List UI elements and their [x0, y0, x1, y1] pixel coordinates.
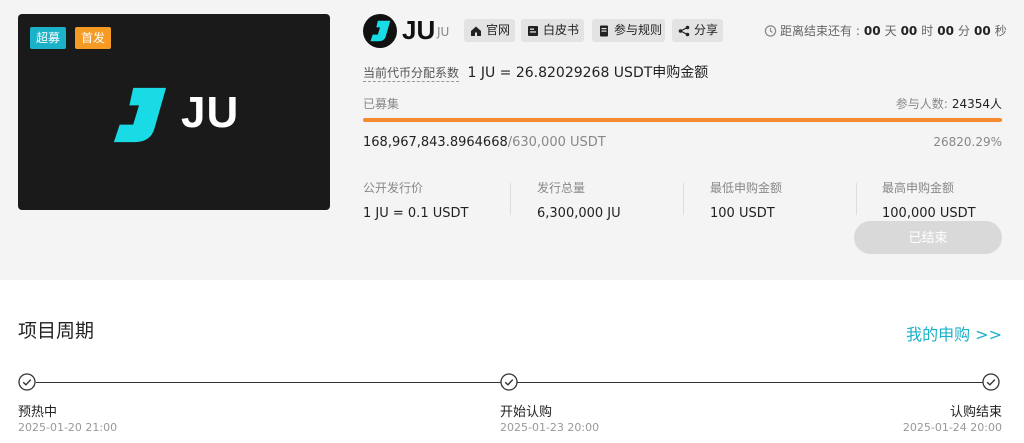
- check-circle-icon: [18, 373, 36, 391]
- share-icon: [678, 25, 690, 36]
- official-site-link[interactable]: 官网: [464, 19, 515, 42]
- tag-super-raise: 超募: [30, 27, 67, 49]
- token-logo: [363, 14, 397, 48]
- divider: [683, 183, 684, 215]
- raise-progress-fill: [363, 118, 1002, 122]
- countdown-hours: 00: [900, 23, 918, 38]
- share-label: 分享: [694, 23, 719, 37]
- rules-label: 参与规则: [614, 23, 663, 37]
- divider: [510, 183, 511, 215]
- step-subscription-start-date: 2025-01-23 20:00: [500, 421, 600, 434]
- my-subscriptions-link[interactable]: 我的申购 >>: [906, 321, 1002, 345]
- countdown-minutes-unit: 分: [958, 24, 971, 38]
- clock-icon: [764, 25, 777, 37]
- countdown-hours-unit: 时: [921, 24, 934, 38]
- countdown-days: 00: [863, 23, 881, 38]
- step-preheat-date: 2025-01-20 21:00: [18, 421, 118, 434]
- raised-amount-value: 168,967,843.8964668: [363, 135, 508, 150]
- official-site-label: 官网: [486, 23, 511, 37]
- countdown-seconds-unit: 秒: [994, 24, 1007, 38]
- allocation-ratio-value: 1 JU = 26.82029268 USDT申购金额: [467, 65, 709, 81]
- participants-count: 24354人: [951, 97, 1002, 111]
- countdown-minutes: 00: [937, 23, 954, 38]
- ju-logo-icon: [113, 87, 167, 143]
- stat-value: 100 USDT: [710, 206, 775, 221]
- raise-target: /630,000 USDT: [507, 135, 606, 150]
- document-icon: [600, 25, 608, 36]
- allocation-ratio-label[interactable]: 当前代币分配系数: [363, 66, 460, 82]
- token-symbol: JU: [437, 25, 450, 39]
- ended-button[interactable]: 已结束: [854, 221, 1002, 254]
- check-circle-icon: [500, 373, 518, 391]
- stat-label: 最低申购金额: [710, 181, 783, 195]
- raise-percent: 26820.29%: [933, 135, 1002, 149]
- step-subscription-start: 开始认购: [500, 405, 553, 420]
- countdown-timer: 距离结束还有 : 00 天 00 时 00 分 00 秒: [764, 22, 1007, 39]
- whitepaper-label: 白皮书: [543, 23, 580, 37]
- allocation-ratio: 当前代币分配系数 1 JU = 26.82029268 USDT申购金额: [363, 62, 708, 82]
- countdown-days-unit: 天: [884, 24, 897, 38]
- raised-label: 已募集: [363, 97, 400, 111]
- home-icon: [471, 26, 481, 36]
- countdown-label: 距离结束还有 :: [780, 24, 860, 38]
- book-icon: [528, 25, 538, 36]
- step-preheat: 预热中: [18, 405, 58, 420]
- raised-amount: 168,967,843.8964668/630,000 USDT: [363, 135, 606, 150]
- ju-logo-icon: [370, 20, 391, 42]
- tag-first-launch: 首发: [75, 27, 112, 49]
- banner-brand-text: JU: [181, 88, 240, 137]
- stat-value: 1 JU = 0.1 USDT: [363, 206, 469, 221]
- stat-label: 发行总量: [537, 181, 586, 195]
- rules-link[interactable]: 参与规则: [592, 19, 665, 42]
- whitepaper-link[interactable]: 白皮书: [521, 19, 584, 42]
- countdown-seconds: 00: [974, 23, 991, 38]
- stat-max-subscription: 最高申购金额 100,000 USDT: [882, 179, 976, 221]
- check-circle-icon: [982, 373, 1000, 391]
- project-header-panel: 超募 首发 JU JU JU 官网 白皮书 参与规则 分享 距离结束还有 : 0…: [0, 0, 1024, 280]
- token-name: JU: [402, 15, 436, 45]
- project-banner: 超募 首发 JU: [18, 14, 330, 210]
- stat-value: 6,300,000 JU: [537, 206, 621, 221]
- participants: 参与人数: 24354人: [896, 95, 1002, 112]
- stat-min-subscription: 最低申购金额 100 USDT: [710, 179, 782, 221]
- divider: [856, 183, 857, 215]
- raise-progress-bar: [363, 118, 1002, 122]
- stat-label: 最高申购金额: [882, 181, 955, 195]
- stat-value: 100,000 USDT: [882, 206, 976, 221]
- participants-label: 参与人数:: [895, 97, 948, 111]
- step-subscription-end: 认购结束: [949, 405, 1002, 420]
- share-link[interactable]: 分享: [672, 19, 723, 42]
- project-cycle-title: 项目周期: [18, 320, 95, 342]
- step-subscription-end-date: 2025-01-24 20:00: [902, 421, 1002, 434]
- stat-total-supply: 发行总量 6,300,000 JU: [537, 179, 621, 221]
- stat-label: 公开发行价: [363, 181, 424, 195]
- stat-public-price: 公开发行价 1 JU = 0.1 USDT: [363, 179, 468, 221]
